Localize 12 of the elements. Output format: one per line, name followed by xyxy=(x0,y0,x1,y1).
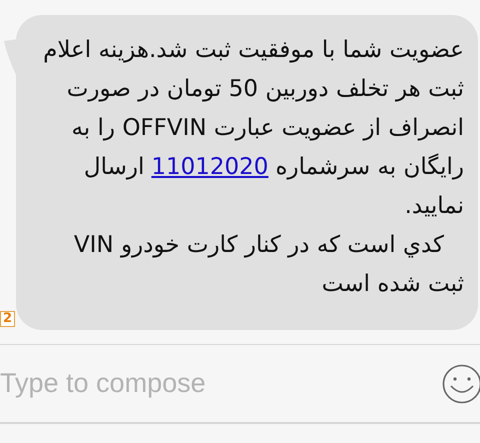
message-text: کدي است که در کنار کارت خودرو VIN xyxy=(74,231,444,260)
message-text: نمایید. xyxy=(404,192,464,221)
emoji-icon[interactable] xyxy=(442,364,480,404)
message-text: انصراف از عضویت عبارت OFFVIN را به xyxy=(71,114,464,143)
message-text: رایگان به سرشماره xyxy=(275,152,464,182)
message-text: ثبت شده است xyxy=(322,270,464,299)
message-text: عضویت شما با موفقیت ثبت شد.هزینه اعلام xyxy=(43,36,464,65)
compose-field[interactable]: Type to compose xyxy=(0,368,380,399)
message-text: ثبت هر تخلف دوربین 50 تومان در صورت xyxy=(66,75,464,104)
phone-link[interactable]: 11012020 xyxy=(151,148,268,187)
sim-badge: 2 xyxy=(0,311,16,327)
message-text: ارسال xyxy=(84,153,144,182)
